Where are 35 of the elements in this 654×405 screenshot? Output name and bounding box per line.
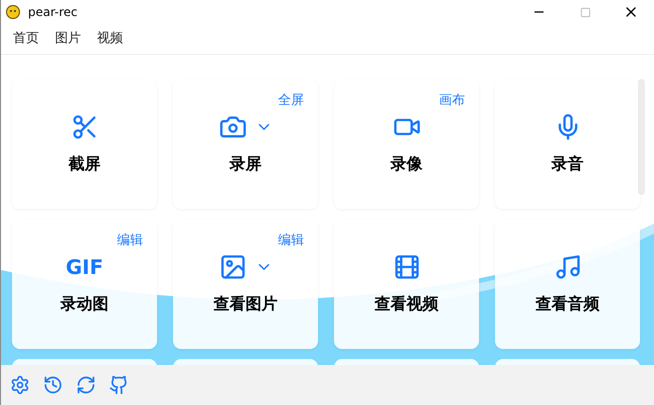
history-icon[interactable] bbox=[43, 375, 63, 395]
card-label: 查看图片 bbox=[214, 293, 278, 315]
refresh-icon[interactable] bbox=[76, 375, 96, 395]
card-corner-link[interactable]: 全屏 bbox=[278, 91, 304, 110]
maximize-icon[interactable] bbox=[580, 6, 590, 18]
feature-card[interactable]: 查看音频 bbox=[495, 219, 640, 349]
feature-card[interactable]: 录音 bbox=[495, 79, 640, 209]
menu-item[interactable]: 图片 bbox=[55, 29, 81, 49]
card-label: 录像 bbox=[390, 153, 422, 175]
card-corner-link[interactable]: 画布 bbox=[439, 91, 465, 110]
feature-card[interactable]: 画布 录像 bbox=[334, 79, 479, 209]
image-icon bbox=[218, 253, 246, 281]
feature-card[interactable]: 截屏 bbox=[12, 79, 157, 209]
menu-item[interactable]: 首页 bbox=[13, 29, 39, 49]
menu-item[interactable]: 视频 bbox=[97, 29, 123, 49]
card-label: 录屏 bbox=[230, 153, 262, 175]
card-corner-link[interactable]: 编辑 bbox=[117, 231, 143, 250]
card-corner-link[interactable]: 编辑 bbox=[278, 231, 304, 250]
window-title: pear-rec bbox=[28, 4, 78, 21]
feature-card[interactable]: 编辑 查看图片 bbox=[173, 219, 318, 349]
github-icon[interactable] bbox=[109, 375, 129, 395]
scissors-icon bbox=[70, 113, 98, 141]
feature-card[interactable]: 编辑 GIF 录动图 bbox=[12, 219, 157, 349]
card-label: 录动图 bbox=[60, 293, 108, 315]
card-label: 截屏 bbox=[68, 153, 100, 175]
music-note-icon bbox=[554, 253, 582, 281]
card-label: 查看视频 bbox=[374, 293, 438, 315]
feature-card[interactable]: 查看视频 bbox=[334, 219, 479, 349]
gif-label: GIF bbox=[66, 254, 104, 281]
card-label: 查看音频 bbox=[536, 293, 600, 315]
film-icon bbox=[392, 253, 420, 281]
feature-card[interactable]: 全屏 录屏 bbox=[173, 79, 318, 209]
settings-icon[interactable] bbox=[10, 375, 30, 395]
card-label: 录音 bbox=[552, 153, 584, 175]
app-logo-icon bbox=[6, 5, 20, 19]
